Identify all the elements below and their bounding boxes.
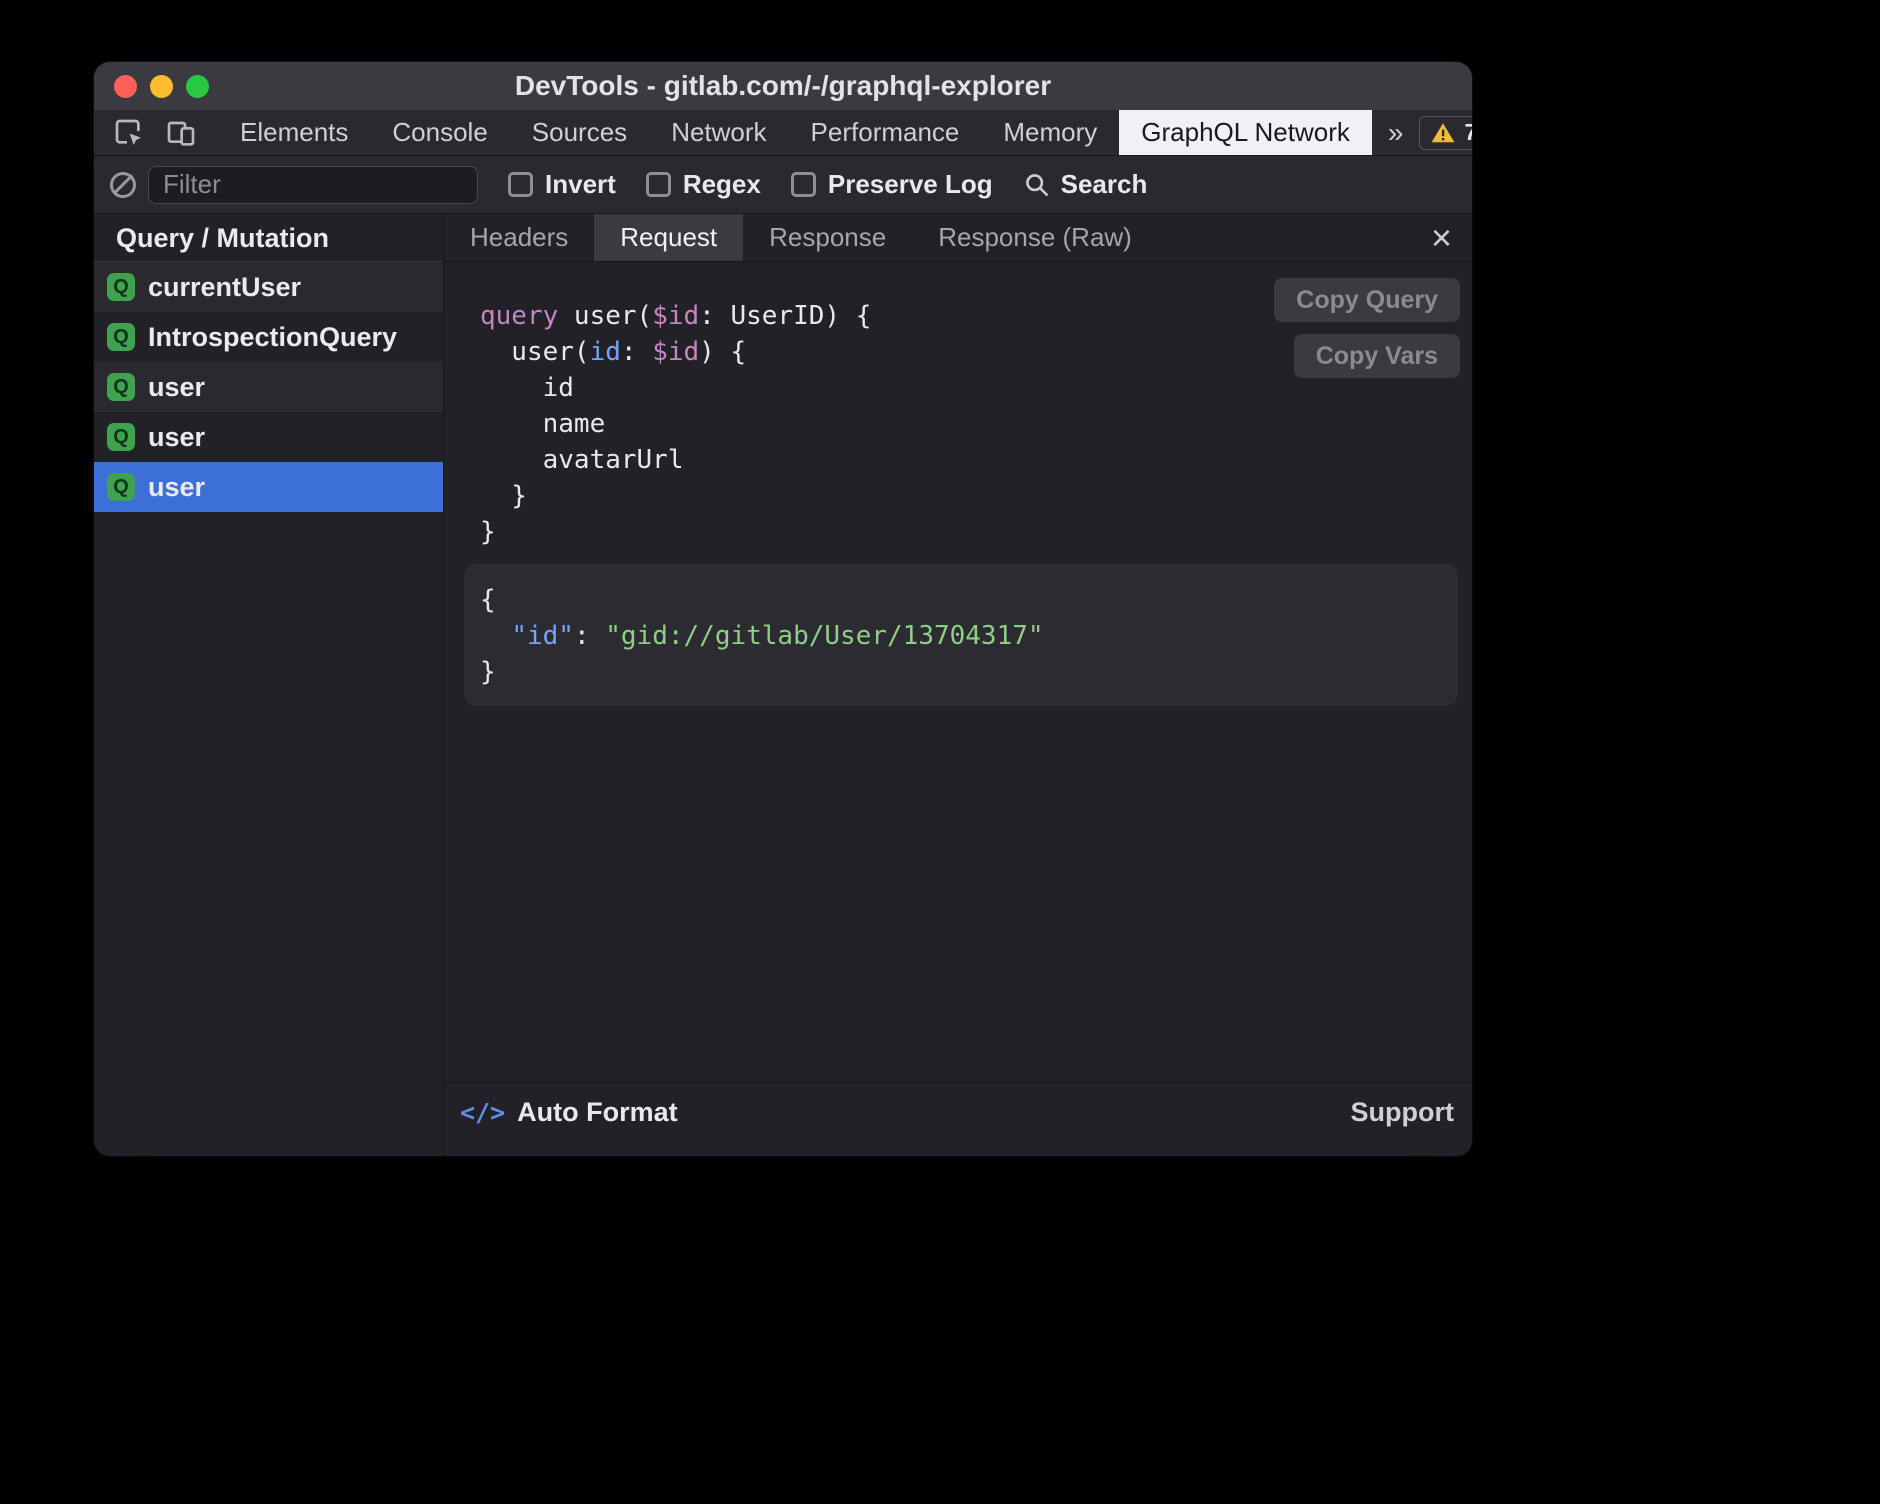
copy-query-button[interactable]: Copy Query	[1274, 278, 1460, 322]
tab-response-raw[interactable]: Response (Raw)	[912, 214, 1158, 261]
tab-request[interactable]: Request	[594, 214, 743, 261]
query-type-badge: Q	[107, 473, 135, 501]
filter-input[interactable]	[148, 166, 478, 204]
query-name: currentUser	[148, 272, 301, 303]
query-list-item[interactable]: Q user	[94, 462, 443, 512]
warning-icon	[1430, 120, 1456, 146]
more-tabs-button[interactable]: »	[1372, 110, 1420, 155]
code-line: "id": "gid://gitlab/User/13704317"	[480, 618, 1438, 654]
query-name: user	[148, 472, 205, 503]
query-list-header: Query / Mutation	[94, 214, 443, 262]
detail-footer: </> Auto Format Support	[444, 1082, 1472, 1156]
close-icon: ×	[1431, 217, 1452, 258]
auto-format-label: Auto Format	[517, 1097, 677, 1128]
tab-label: Console	[392, 117, 487, 148]
detail-tab-bar: Headers Request Response Response (Raw)	[444, 214, 1472, 262]
code-line: }	[480, 514, 1458, 550]
checkbox-box[interactable]	[646, 172, 671, 197]
query-list-item[interactable]: Q user	[94, 412, 443, 462]
request-tab-content: query user($id: UserID) { user(id: $id) …	[444, 262, 1472, 1082]
support-link[interactable]: Support	[1351, 1097, 1454, 1128]
query-type-badge: Q	[107, 273, 135, 301]
code-line: }	[480, 478, 1458, 514]
zoom-window-button[interactable]	[186, 75, 209, 98]
query-list-item[interactable]: Q IntrospectionQuery	[94, 312, 443, 362]
preserve-log-checkbox[interactable]: Preserve Log	[791, 169, 993, 200]
titlebar: DevTools - gitlab.com/-/graphql-explorer	[94, 62, 1472, 110]
query-name: IntrospectionQuery	[148, 322, 397, 353]
code-line: {	[480, 582, 1438, 618]
tab-label: GraphQL Network	[1141, 117, 1350, 148]
inspect-element-button[interactable]	[110, 114, 148, 152]
devtools-right-controls: 7 1 ⚙ ⋮	[1419, 110, 1472, 155]
close-window-button[interactable]	[114, 75, 137, 98]
checkbox-label: Preserve Log	[828, 169, 993, 200]
close-detail-button[interactable]: ×	[1431, 220, 1452, 256]
tab-headers[interactable]: Headers	[444, 214, 594, 261]
devtools-window: DevTools - gitlab.com/-/graphql-explorer…	[94, 62, 1472, 1156]
device-toolbar-button[interactable]	[162, 114, 200, 152]
checkbox-box[interactable]	[508, 172, 533, 197]
minimize-window-button[interactable]	[150, 75, 173, 98]
code-line: avatarUrl	[480, 442, 1458, 478]
main-split: Query / Mutation Q currentUser Q Introsp…	[94, 214, 1472, 1156]
tab-console[interactable]: Console	[370, 110, 509, 155]
network-toolbar: Invert Regex Preserve Log Search	[94, 156, 1472, 214]
device-toolbar-icon	[165, 117, 197, 149]
auto-format-button[interactable]: </> Auto Format	[460, 1097, 678, 1128]
checkbox-label: Regex	[683, 169, 761, 200]
query-sidebar: Query / Mutation Q currentUser Q Introsp…	[94, 214, 444, 1156]
regex-checkbox[interactable]: Regex	[646, 169, 761, 200]
tab-graphql-network[interactable]: GraphQL Network	[1119, 110, 1372, 155]
console-warnings-badge[interactable]: 7	[1419, 116, 1472, 150]
code-brackets-icon: </>	[460, 1098, 505, 1127]
warning-count: 7	[1464, 119, 1472, 146]
search-label: Search	[1061, 169, 1148, 200]
query-list-item[interactable]: Q user	[94, 362, 443, 412]
variables-box: { "id": "gid://gitlab/User/13704317"}	[464, 564, 1458, 706]
detail-tab-label: Response	[769, 222, 886, 253]
query-name: user	[148, 422, 205, 453]
tab-response[interactable]: Response	[743, 214, 912, 261]
code-line: name	[480, 406, 1458, 442]
query-list-item[interactable]: Q currentUser	[94, 262, 443, 312]
search-toggle[interactable]: Search	[1023, 169, 1148, 200]
tab-sources[interactable]: Sources	[510, 110, 649, 155]
traffic-lights	[114, 62, 209, 110]
tab-performance[interactable]: Performance	[789, 110, 982, 155]
detail-tab-label: Headers	[470, 222, 568, 253]
detail-tab-label: Response (Raw)	[938, 222, 1132, 253]
inspect-cursor-icon	[113, 117, 145, 149]
tab-memory[interactable]: Memory	[981, 110, 1119, 155]
tab-label: Elements	[240, 117, 348, 148]
query-type-badge: Q	[107, 323, 135, 351]
invert-checkbox[interactable]: Invert	[508, 169, 616, 200]
devtools-tab-bar: Elements Console Sources Network Perform…	[94, 110, 1472, 156]
checkbox-box[interactable]	[791, 172, 816, 197]
search-icon	[1023, 171, 1051, 199]
checkbox-label: Invert	[545, 169, 616, 200]
chevron-more-icon: »	[1388, 117, 1404, 149]
tab-label: Performance	[811, 117, 960, 148]
tab-network[interactable]: Network	[649, 110, 788, 155]
tab-label: Network	[671, 117, 766, 148]
query-list: Q currentUser Q IntrospectionQuery Q use…	[94, 262, 443, 1156]
copy-vars-button[interactable]: Copy Vars	[1294, 334, 1460, 378]
devtools-left-icons	[94, 110, 214, 155]
detail-tab-label: Request	[620, 222, 717, 253]
query-type-badge: Q	[107, 373, 135, 401]
tab-label: Sources	[532, 117, 627, 148]
detail-panel: Headers Request Response Response (Raw)	[444, 214, 1472, 1156]
clear-requests-icon[interactable]	[110, 172, 136, 198]
window-title: DevTools - gitlab.com/-/graphql-explorer	[515, 70, 1051, 102]
code-line: }	[480, 654, 1438, 690]
query-type-badge: Q	[107, 423, 135, 451]
tab-elements[interactable]: Elements	[218, 110, 370, 155]
tab-label: Memory	[1003, 117, 1097, 148]
query-name: user	[148, 372, 205, 403]
